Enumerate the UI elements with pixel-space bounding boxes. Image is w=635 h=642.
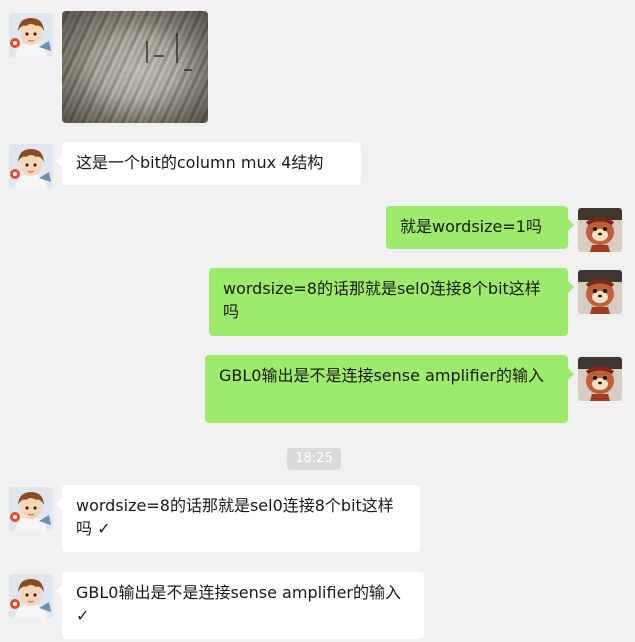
message-text: GBL0输出是不是连接sense amplifier的输入 ✓ bbox=[76, 583, 401, 625]
self-avatar-icon[interactable] bbox=[578, 357, 622, 401]
message-bubble-incoming[interactable]: wordsize=8的话那就是sel0连接8个bit这样吗 ✓ bbox=[56, 485, 420, 552]
timestamp-divider: 18:25 bbox=[287, 448, 341, 470]
image-detail bbox=[184, 69, 192, 71]
self-avatar-icon[interactable] bbox=[578, 208, 622, 252]
message-text: wordsize=8的话那就是sel0连接8个bit这样吗 bbox=[223, 279, 541, 321]
message-text: GBL0输出是不是连接sense amplifier的输入 bbox=[219, 366, 544, 385]
contact-avatar-icon[interactable] bbox=[9, 144, 53, 188]
image-vignette bbox=[62, 11, 208, 123]
contact-avatar-icon[interactable] bbox=[9, 13, 53, 57]
message-text: 这是一个bit的column mux 4结构 bbox=[76, 153, 324, 172]
contact-avatar-icon[interactable] bbox=[9, 487, 53, 531]
image-detail bbox=[146, 41, 148, 63]
message-bubble-outgoing[interactable]: wordsize=8的话那就是sel0连接8个bit这样吗 bbox=[209, 268, 574, 336]
image-message[interactable] bbox=[62, 11, 208, 123]
message-bubble-incoming[interactable]: GBL0输出是不是连接sense amplifier的输入 ✓ bbox=[56, 572, 424, 639]
message-bubble-outgoing[interactable]: GBL0输出是不是连接sense amplifier的输入 bbox=[205, 355, 574, 423]
image-detail bbox=[176, 33, 178, 63]
message-text: wordsize=8的话那就是sel0连接8个bit这样吗 ✓ bbox=[76, 496, 394, 538]
self-avatar-icon[interactable] bbox=[578, 270, 622, 314]
image-detail bbox=[154, 55, 164, 57]
message-bubble-outgoing[interactable]: 就是wordsize=1吗 bbox=[386, 206, 574, 249]
message-text: 就是wordsize=1吗 bbox=[400, 217, 542, 236]
message-bubble-incoming[interactable]: 这是一个bit的column mux 4结构 bbox=[56, 142, 361, 185]
contact-avatar-icon[interactable] bbox=[9, 574, 53, 618]
